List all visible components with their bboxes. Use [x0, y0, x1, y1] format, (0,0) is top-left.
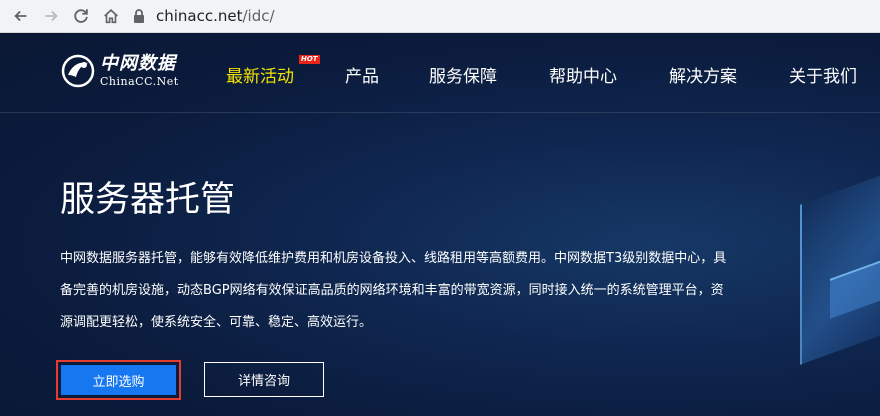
address-bar[interactable]: chinacc.net/idc/ [132, 3, 275, 29]
url-path: /idc/ [242, 7, 275, 25]
nav-label: 帮助中心 [549, 67, 617, 87]
nav-label: 解决方案 [669, 67, 737, 87]
home-button[interactable] [96, 1, 126, 31]
nav-label: 关于我们 [789, 67, 857, 87]
url-text: chinacc.net/idc/ [156, 7, 275, 25]
home-icon [104, 9, 118, 24]
reload-icon [74, 9, 88, 23]
url-host: chinacc.net [156, 7, 243, 25]
logo-cn-text: 中网数据 [100, 53, 176, 74]
arrow-left-icon [14, 10, 27, 22]
nav-item-products[interactable]: 产品 [345, 62, 379, 87]
nav-item-solutions[interactable]: 解决方案 [669, 62, 737, 87]
nav-label: 服务保障 [429, 67, 497, 87]
nav-item-service-guarantee[interactable]: 服务保障 [429, 62, 497, 87]
logo-en-text: ChinaCC.Net [100, 75, 179, 88]
description-line: 备完善的机房设施，动态BGP网络有效保证高品质的网络环境和丰富的带宽资源，同时接… [60, 283, 724, 298]
nav-item-help-center[interactable]: 帮助中心 [549, 62, 617, 87]
lock-icon [134, 9, 144, 23]
site-header: 中网数据 ChinaCC.Net 最新活动 HOT 产品 服务保障 帮助中心 解… [0, 33, 880, 113]
consult-details-button[interactable]: 详情咨询 [204, 362, 324, 397]
buy-button-highlight: 立即选购 [56, 360, 181, 400]
hot-badge: HOT [299, 55, 320, 64]
back-button[interactable] [6, 1, 36, 31]
arrow-right-icon [45, 10, 58, 22]
description-line: 中网数据服务器托管，能够有效降低维护费用和机房设备投入、线路租用等高额费用。中网… [60, 251, 727, 266]
page-title: 服务器托管 [60, 180, 236, 220]
forward-button[interactable] [36, 1, 66, 31]
hero-description: 中网数据服务器托管，能够有效降低维护费用和机房设备投入、线路租用等高额费用。中网… [60, 243, 790, 339]
nav-item-about-us[interactable]: 关于我们 [789, 62, 857, 87]
logo-icon [61, 54, 95, 88]
nav-item-latest-activities[interactable]: 最新活动 HOT [226, 55, 320, 87]
description-line: 源调配更轻松，使系统安全、可靠、稳定、高效运行。 [60, 315, 373, 330]
reload-button[interactable] [66, 1, 96, 31]
buy-now-button[interactable]: 立即选购 [61, 365, 176, 395]
decorative-server-graphic [800, 161, 880, 365]
site-logo[interactable]: 中网数据 ChinaCC.Net [60, 53, 179, 89]
nav-label: 最新活动 [226, 67, 294, 87]
browser-toolbar: chinacc.net/idc/ [0, 0, 880, 33]
hero-section: 中网数据 ChinaCC.Net 最新活动 HOT 产品 服务保障 帮助中心 解… [0, 33, 880, 416]
nav-label: 产品 [345, 67, 379, 87]
